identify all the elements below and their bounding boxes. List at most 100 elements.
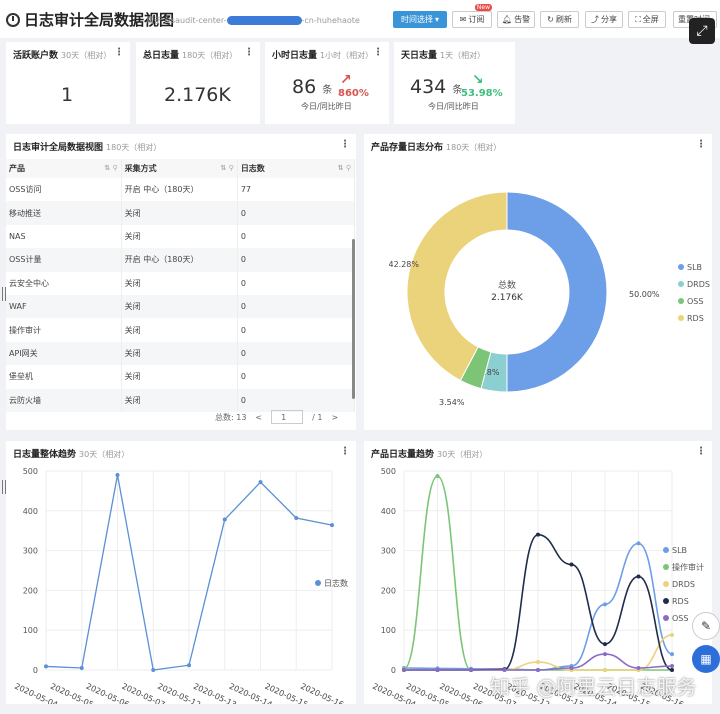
kpi-hour-logs: 小时日志量 1小时（相对） ⋮ 86 条 ↗ 860% 今日/同比昨日 <box>265 42 389 124</box>
more-icon[interactable]: ⋮ <box>340 139 350 150</box>
table-row: NAS 关闭 0 <box>6 224 356 249</box>
table-cell: 0 <box>237 224 356 249</box>
data-table: 产品 ⇅ ⚲ 采集方式 ⇅ ⚲ 日志数 ⇅ ⚲ OSS访问 开启 中心（180天） 77 移… <box>6 159 356 412</box>
table-cell: NAS <box>6 224 122 249</box>
trend-card: 日志量整体趋势 30天（相对） ⋮ 0 100 200 300 400 500 2020-05… <box>6 441 356 704</box>
data-point <box>258 480 263 485</box>
table-cell: 0 <box>237 388 356 412</box>
fullscreen-button[interactable]: ⛶ 全屏 <box>628 11 666 28</box>
table-row: 云安全中心 关闭 0 <box>6 271 356 295</box>
data-point <box>151 668 156 672</box>
kpi-change: 860% <box>338 88 369 99</box>
expand-icon[interactable]: ⤢ <box>689 18 715 44</box>
kpi-active-accounts: 活跃账户数 30天（相对） ⋮ 1 <box>6 42 130 124</box>
data-point <box>636 541 641 546</box>
apps-icon[interactable]: ▦ <box>692 645 720 673</box>
more-icon[interactable]: ⋮ <box>244 47 254 58</box>
prev-page-button[interactable]: < <box>255 413 262 422</box>
table-title: 日志审计全局数据视图 180天（相对） <box>13 140 161 153</box>
column-header-method[interactable]: 采集方式 ⇅ ⚲ <box>121 159 238 178</box>
page-input[interactable]: 1 <box>271 410 304 424</box>
data-point <box>402 668 406 672</box>
legend-label: DRDS <box>687 280 710 289</box>
next-page-button[interactable]: > <box>331 413 338 422</box>
refresh-label: 刷新 <box>555 15 572 24</box>
table-cell: 云安全中心 <box>6 271 122 295</box>
table-cell: 关闭 <box>121 365 238 389</box>
y-tick-label: 400 <box>381 507 396 516</box>
pagination: 总数: 13 < 1 / 1 > <box>215 410 338 424</box>
legend-label: 日志数 <box>324 578 348 588</box>
table-cell: 关闭 <box>121 271 238 295</box>
legend-label: OSS <box>687 297 703 306</box>
chat-icon[interactable]: ✎ <box>692 612 720 640</box>
pie-slice-label: 50.00% <box>629 290 660 299</box>
legend-marker <box>678 315 684 321</box>
table-cell: API网关 <box>6 341 122 366</box>
table-scrollbar[interactable] <box>352 239 355 399</box>
legend-label: RDS <box>672 597 689 606</box>
data-point <box>569 666 574 671</box>
time-select-button[interactable]: 时间选择 ▾ <box>393 11 447 28</box>
data-point <box>636 666 641 671</box>
kpi-title-text: 天日志量 <box>401 51 438 61</box>
data-point <box>435 474 440 479</box>
table-cell: 0 <box>237 248 356 272</box>
subscribe-label: 订阅 <box>468 15 485 24</box>
column-header-product[interactable]: 产品 ⇅ ⚲ <box>6 159 122 178</box>
legend-marker <box>663 598 669 604</box>
kpi-unit: 条 <box>322 85 333 96</box>
table-cell: 开启 中心（180天） <box>121 248 238 272</box>
legend-marker <box>663 564 669 570</box>
legend-marker <box>663 547 669 553</box>
total-count: 总数: 13 <box>215 412 247 422</box>
data-point <box>670 632 674 637</box>
table-cell: 关闭 <box>121 224 238 249</box>
data-point <box>79 666 84 671</box>
header: 日志审计全局数据视图 属于 slsaudit-center- -cn-huheha… <box>0 0 720 38</box>
time-select-label: 时间选择 <box>400 15 433 24</box>
legend-marker <box>315 580 321 586</box>
y-tick-label: 500 <box>381 467 396 476</box>
refresh-button[interactable]: ↻ 刷新 <box>540 11 579 28</box>
more-icon[interactable]: ⋮ <box>373 47 383 58</box>
more-icon[interactable]: ⋮ <box>114 47 124 58</box>
share-button[interactable]: ⤴ 分享 <box>585 11 623 28</box>
alert-button[interactable]: 🔔︎ 告警 <box>497 11 535 28</box>
drag-handle-icon[interactable] <box>2 480 6 494</box>
y-tick-label: 0 <box>391 666 396 675</box>
sort-filter-icon[interactable]: ⇅ ⚲ <box>104 164 117 172</box>
table-row: 操作审计 关闭 0 <box>6 318 356 342</box>
kpi-note: 今日/同比昨日 <box>301 102 352 111</box>
kpi-title-text: 小时日志量 <box>272 51 318 61</box>
data-point <box>115 472 120 477</box>
subscribe-button[interactable]: ✉ 订阅 New <box>452 4 492 28</box>
share-label: 分享 <box>601 15 617 24</box>
sort-filter-icon[interactable]: ⇅ ⚲ <box>220 164 233 172</box>
project-subtitle: 属于 slsaudit-center- -cn-huhehaote <box>146 15 360 26</box>
data-point <box>469 668 473 672</box>
table-cell: 云防火墙 <box>6 388 122 412</box>
data-point <box>187 663 191 668</box>
kpi-number: 434 <box>410 76 447 98</box>
watermark: 知乎 @阿里云日志服务 <box>490 675 697 699</box>
data-point <box>330 523 334 528</box>
column-header-count[interactable]: 日志数 ⇅ ⚲ <box>237 159 356 178</box>
pie-center-label: 总数 <box>498 279 516 291</box>
kpi-note: 今日/同比昨日 <box>428 102 479 111</box>
drag-handle-icon[interactable] <box>2 287 6 301</box>
new-badge: New <box>474 4 492 11</box>
pie-slice-slb <box>506 191 608 393</box>
kpi-value: 434 条 <box>410 76 462 98</box>
legend-label: DRDS <box>672 580 695 589</box>
kpi-total-logs: 总日志量 180天（相对） ⋮ 2.176K <box>136 42 260 124</box>
kpi-value: 2.176K <box>164 84 231 106</box>
sort-filter-icon[interactable]: ⇅ ⚲ <box>338 164 351 172</box>
table-cell: OSS计量 <box>6 248 122 272</box>
legend-marker <box>678 281 684 287</box>
kpi-title: 天日志量 1天（相对） <box>401 48 485 61</box>
kpi-title-text: 总日志量 <box>143 51 180 61</box>
column-label: 采集方式 <box>124 164 157 173</box>
clock-icon <box>6 12 20 27</box>
table-row: OSS访问 开启 中心（180天） 77 <box>6 178 356 202</box>
